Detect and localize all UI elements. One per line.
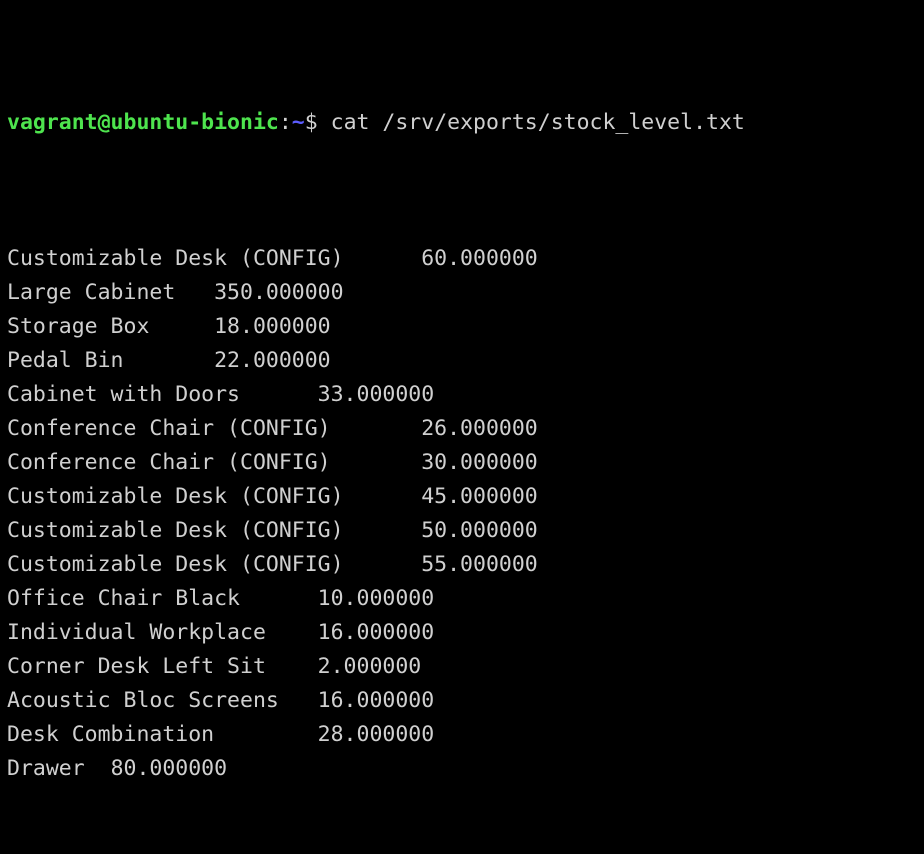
column-separator (214, 722, 318, 747)
command-text (318, 110, 331, 135)
terminal-screen[interactable]: vagrant@ubuntu-bionic:~$ cat /srv/export… (0, 0, 924, 781)
output-row: Customizable Desk (CONFIG) 60.000000 (7, 242, 924, 276)
stock-value: 30.000000 (421, 450, 538, 475)
column-separator (344, 246, 422, 271)
stock-value: 60.000000 (421, 246, 538, 271)
stock-value: 10.000000 (317, 586, 435, 611)
output-row: Office Chair Black 10.000000 (7, 582, 924, 616)
stock-value: 350.000000 (214, 280, 344, 305)
output-row: Large Cabinet 350.000000 (7, 276, 924, 310)
stock-value: 2.000000 (317, 654, 422, 679)
product-name: Individual Workplace (7, 620, 266, 645)
product-name: Customizable Desk (CONFIG) (7, 246, 344, 271)
output-row: Customizable Desk (CONFIG) 45.000000 (7, 480, 924, 514)
column-separator (344, 484, 422, 509)
output-row: Desk Combination 28.000000 (7, 718, 924, 752)
column-separator (175, 280, 214, 305)
product-name: Customizable Desk (CONFIG) (7, 484, 344, 509)
column-separator (344, 552, 422, 577)
product-name: Large Cabinet (7, 280, 176, 305)
column-separator (344, 518, 422, 543)
stock-value: 33.000000 (317, 382, 435, 407)
prompt-path: ~ (291, 110, 305, 135)
output-row: Pedal Bin 22.000000 (7, 344, 924, 378)
product-name: Customizable Desk (CONFIG) (7, 518, 344, 543)
product-name: Conference Chair (CONFIG) (7, 416, 331, 441)
stock-value: 45.000000 (421, 484, 538, 509)
prompt-user-host: vagrant@ubuntu-bionic (7, 110, 279, 135)
product-name: Acoustic Bloc Screens (7, 688, 279, 713)
column-separator (85, 756, 111, 781)
output-row: Customizable Desk (CONFIG) 55.000000 (7, 548, 924, 582)
column-separator (266, 620, 318, 645)
product-name: Conference Chair (CONFIG) (7, 450, 331, 475)
output-row: Individual Workplace 16.000000 (7, 616, 924, 650)
output-row: Conference Chair (CONFIG) 26.000000 (7, 412, 924, 446)
output-row: Acoustic Bloc Screens 16.000000 (7, 684, 924, 718)
stock-value: 16.000000 (317, 688, 435, 713)
stock-value: 16.000000 (317, 620, 435, 645)
product-name: Storage Box (7, 314, 150, 339)
output-row: Storage Box 18.000000 (7, 310, 924, 344)
output-row: Corner Desk Left Sit 2.000000 (7, 650, 924, 684)
stock-value: 50.000000 (421, 518, 538, 543)
output-row: Customizable Desk (CONFIG) 50.000000 (7, 514, 924, 548)
column-separator (266, 654, 318, 679)
stock-value: 55.000000 (421, 552, 538, 577)
prompt-symbol: $ (304, 110, 318, 135)
output-row: Conference Chair (CONFIG) 30.000000 (7, 446, 924, 480)
column-separator (331, 416, 422, 441)
command-output: Customizable Desk (CONFIG) 60.000000 Larg… (7, 242, 924, 786)
product-name: Pedal Bin (7, 348, 124, 373)
output-row: Drawer 80.000000 (7, 752, 924, 786)
column-separator (124, 348, 215, 373)
product-name: Corner Desk Left Sit (7, 654, 266, 679)
product-name: Desk Combination (7, 722, 215, 747)
column-separator (279, 688, 318, 713)
command-input[interactable]: cat /srv/exports/stock_level.txt (331, 110, 745, 135)
column-separator (240, 382, 318, 407)
column-separator (240, 586, 318, 611)
product-name: Customizable Desk (CONFIG) (7, 552, 344, 577)
stock-value: 26.000000 (421, 416, 538, 441)
output-row: Cabinet with Doors 33.000000 (7, 378, 924, 412)
stock-value: 80.000000 (110, 756, 228, 781)
column-separator (331, 450, 422, 475)
stock-value: 22.000000 (214, 348, 331, 373)
product-name: Cabinet with Doors (7, 382, 240, 407)
prompt-separator: : (278, 110, 292, 135)
column-separator (149, 314, 214, 339)
product-name: Drawer (7, 756, 85, 781)
product-name: Office Chair Black (7, 586, 240, 611)
stock-value: 18.000000 (214, 314, 331, 339)
stock-value: 28.000000 (317, 722, 435, 747)
command-line: vagrant@ubuntu-bionic:~$ cat /srv/export… (7, 106, 924, 140)
